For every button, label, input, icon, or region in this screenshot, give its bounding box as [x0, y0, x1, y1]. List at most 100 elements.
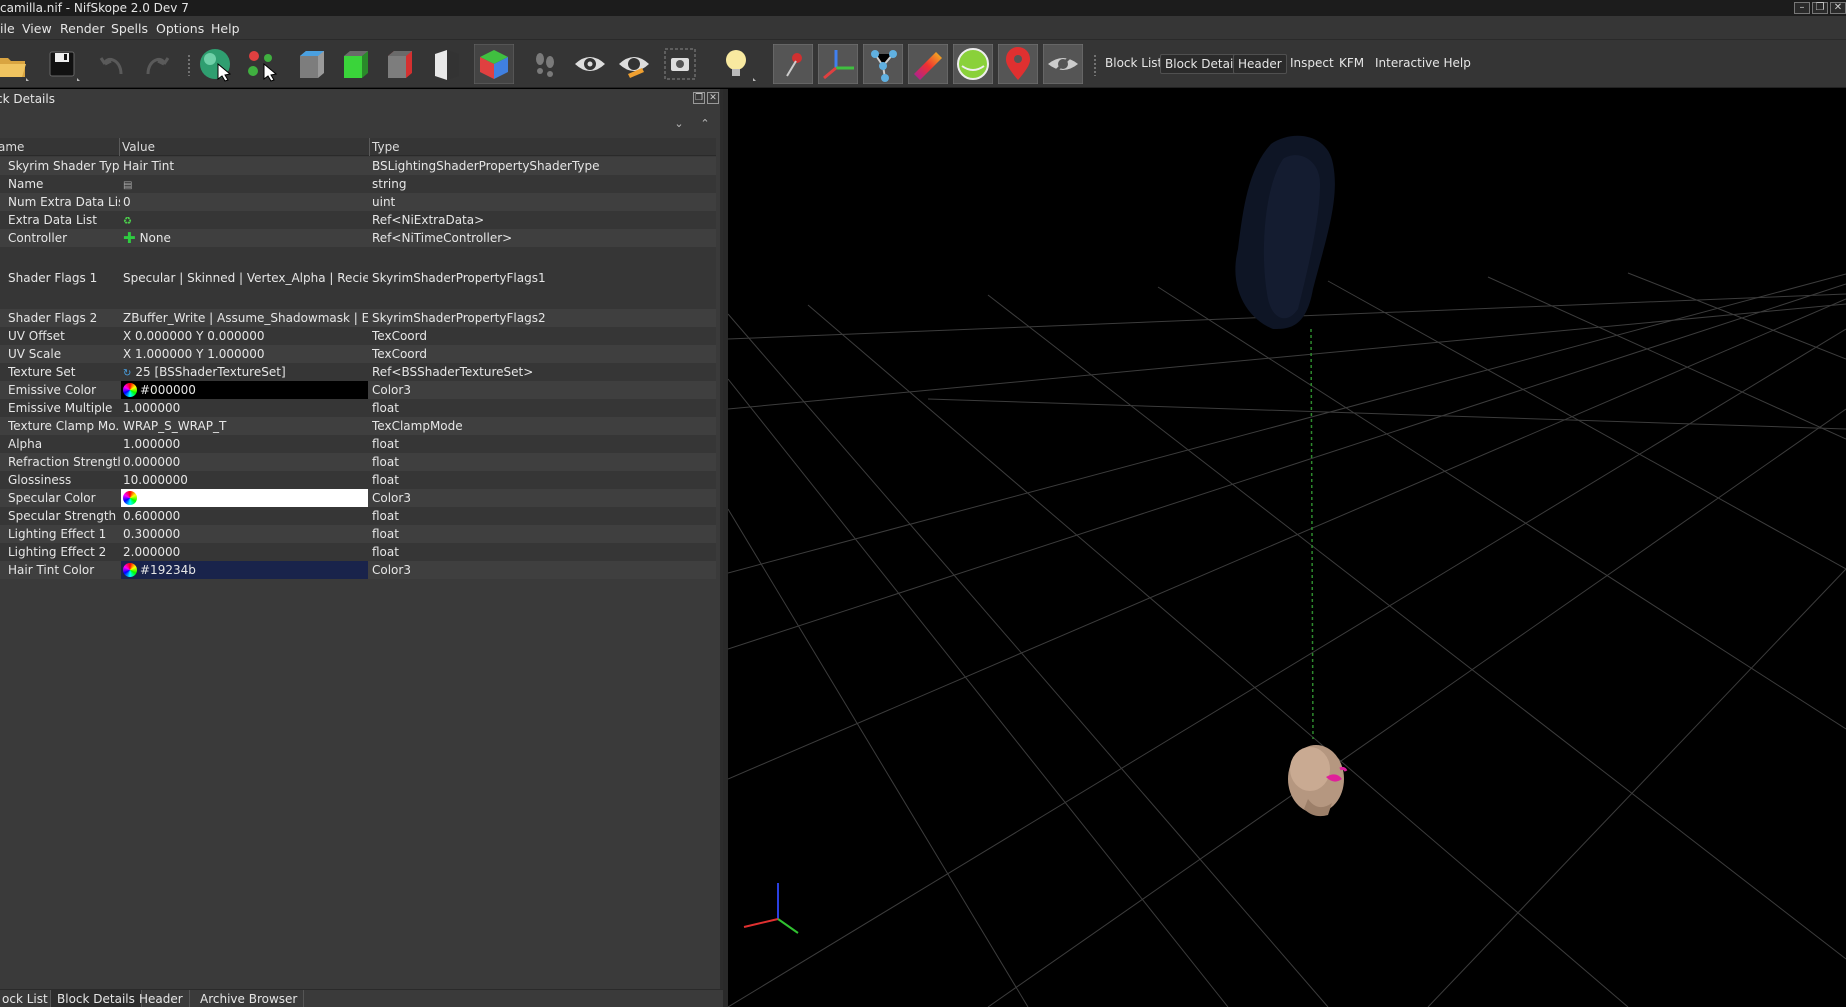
map-marker-icon[interactable]: [998, 44, 1038, 84]
color-wheel-icon[interactable]: [123, 383, 137, 397]
toolbar-grip[interactable]: [187, 54, 191, 76]
row-value-cell[interactable]: [121, 489, 368, 507]
row-value-cell[interactable]: Hair Tint: [121, 157, 368, 175]
color-wheel-icon[interactable]: [123, 491, 137, 505]
half-cube-icon[interactable]: [427, 44, 467, 84]
table-row[interactable]: Shader Flags 2 ZBuffer_Write | Assume_Sha…: [0, 309, 716, 327]
row-value-cell[interactable]: 1.000000: [121, 399, 368, 417]
table-row[interactable]: UV Scale X 1.000000 Y 1.000000 TexCoord: [0, 345, 716, 363]
table-row[interactable]: Specular Strength 0.600000 float: [0, 507, 716, 525]
close-dock-icon[interactable]: ✕: [707, 92, 719, 104]
add-controller-icon[interactable]: ✚: [123, 229, 136, 247]
menu-render[interactable]: Render: [60, 21, 105, 36]
table-row[interactable]: Glossiness 10.000000 float: [0, 471, 716, 489]
row-value-cell[interactable]: WRAP_S_WRAP_T: [121, 417, 368, 435]
cube-red-icon[interactable]: [380, 44, 420, 84]
toggle-inspect[interactable]: Inspect: [1286, 54, 1338, 74]
table-row[interactable]: Emissive Color #000000 Color3: [0, 381, 716, 399]
redo-icon[interactable]: [136, 44, 176, 84]
column-header-value[interactable]: Value: [122, 140, 155, 154]
axes-icon[interactable]: [818, 44, 858, 84]
table-row[interactable]: Lighting Effect 2 2.000000 float: [0, 543, 716, 561]
table-row[interactable]: Alpha 1.000000 float: [0, 435, 716, 453]
toolbar-grip-2[interactable]: [1093, 54, 1097, 76]
row-value-cell[interactable]: Specular | Skinned | Vertex_Alpha | Reci…: [121, 247, 368, 309]
float-dock-icon[interactable]: ❐: [693, 92, 705, 104]
table-row[interactable]: UV Offset X 0.000000 Y 0.000000 TexCoord: [0, 327, 716, 345]
restore-icon[interactable]: ❐: [1812, 2, 1828, 14]
open-icon[interactable]: [0, 44, 32, 84]
string-edit-icon[interactable]: ▤: [123, 177, 132, 193]
tab-block-details[interactable]: Block Details: [50, 990, 142, 1007]
row-value-cell[interactable]: 0: [121, 193, 368, 211]
menu-spells[interactable]: Spells: [111, 21, 148, 36]
row-value-cell[interactable]: ↻ 25 [BSShaderTextureSet]: [121, 363, 368, 381]
tab-archive-browser[interactable]: Archive Browser: [194, 990, 305, 1007]
refresh-icon[interactable]: ♻: [123, 213, 132, 229]
undo-icon[interactable]: [93, 44, 133, 84]
toggle-block-list[interactable]: Block List: [1101, 54, 1166, 74]
eye-icon[interactable]: [570, 44, 610, 84]
row-value-cell[interactable]: ZBuffer_Write | Assume_Shadowmask | Env.…: [121, 309, 368, 327]
table-row[interactable]: Controller ✚ None Ref<NiTimeController>: [0, 229, 716, 247]
tab-header[interactable]: Header: [133, 990, 190, 1007]
table-row[interactable]: Refraction Strength 0.000000 float: [0, 453, 716, 471]
save-icon[interactable]: [44, 44, 84, 84]
green-circle-icon[interactable]: [953, 44, 993, 84]
row-value-cell[interactable]: 0.600000: [121, 507, 368, 525]
menu-file[interactable]: ile: [0, 21, 15, 36]
select-object-icon[interactable]: [196, 44, 236, 84]
cube-grey-icon[interactable]: [292, 44, 332, 84]
gradient-icon[interactable]: [908, 44, 948, 84]
table-row[interactable]: Shader Flags 1 Specular | Skinned | Verte…: [0, 247, 716, 309]
link-icon[interactable]: ↻: [123, 365, 131, 381]
screenshot-icon[interactable]: [660, 44, 700, 84]
column-header-type[interactable]: Type: [372, 140, 400, 154]
row-value-cell[interactable]: #19234b: [121, 561, 368, 579]
row-value-cell[interactable]: ♻: [121, 211, 368, 229]
table-row[interactable]: Name ▤ string: [0, 175, 716, 193]
row-value-cell[interactable]: X 0.000000 Y 0.000000: [121, 327, 368, 345]
row-value-cell[interactable]: 0.000000: [121, 453, 368, 471]
toggle-kfm[interactable]: KFM: [1335, 54, 1368, 74]
table-row[interactable]: Num Extra Data List 0 uint: [0, 193, 716, 211]
toggle-interactive-help[interactable]: Interactive Help: [1371, 54, 1475, 74]
color-wheel-icon[interactable]: [123, 563, 137, 577]
row-value-cell[interactable]: #000000: [121, 381, 368, 399]
head-mesh[interactable]: [1288, 745, 1348, 817]
nodes-icon[interactable]: [863, 44, 903, 84]
collapse-all-icon[interactable]: ⌃: [698, 117, 712, 131]
hair-mesh[interactable]: [1235, 135, 1335, 329]
menu-view[interactable]: View: [22, 21, 52, 36]
light-bulb-icon[interactable]: [716, 44, 756, 84]
menu-options[interactable]: Options: [156, 21, 204, 36]
expand-all-icon[interactable]: ⌄: [672, 117, 686, 131]
row-value-cell[interactable]: 1.000000: [121, 435, 368, 453]
color-cube-icon[interactable]: [474, 44, 514, 84]
table-row[interactable]: Skyrim Shader Type Hair Tint BSLightingSha…: [0, 157, 716, 175]
eye-orange-icon[interactable]: [614, 44, 654, 84]
cube-green-icon[interactable]: [336, 44, 376, 84]
table-row[interactable]: Hair Tint Color #19234b Color3: [0, 561, 716, 579]
toggle-header[interactable]: Header: [1233, 54, 1287, 74]
menu-help[interactable]: Help: [211, 21, 240, 36]
row-value-cell[interactable]: ✚ None: [121, 229, 368, 247]
pin-icon[interactable]: [773, 44, 813, 84]
row-value-cell[interactable]: 2.000000: [121, 543, 368, 561]
row-value-cell[interactable]: 0.300000: [121, 525, 368, 543]
select-vertex-icon[interactable]: [242, 44, 282, 84]
footprints-icon[interactable]: [526, 44, 566, 84]
table-row[interactable]: Extra Data List ♻ Ref<NiExtraData>: [0, 211, 716, 229]
tab-block-list[interactable]: ock List: [0, 990, 55, 1007]
row-value-cell[interactable]: X 1.000000 Y 1.000000: [121, 345, 368, 363]
table-row[interactable]: Texture Set ↻ 25 [BSShaderTextureSet] Ref<B…: [0, 363, 716, 381]
hide-eye-icon[interactable]: [1043, 44, 1083, 84]
column-header-name[interactable]: ame: [0, 140, 24, 154]
table-row[interactable]: Emissive Multiple 1.000000 float: [0, 399, 716, 417]
minimize-icon[interactable]: –: [1794, 2, 1810, 14]
table-row[interactable]: Texture Clamp Mo... WRAP_S_WRAP_T TexClamp…: [0, 417, 716, 435]
table-row[interactable]: Specular Color Color3: [0, 489, 716, 507]
row-value-cell[interactable]: 10.000000: [121, 471, 368, 489]
close-window-icon[interactable]: ✕: [1830, 2, 1846, 14]
render-viewport[interactable]: [728, 89, 1846, 1007]
